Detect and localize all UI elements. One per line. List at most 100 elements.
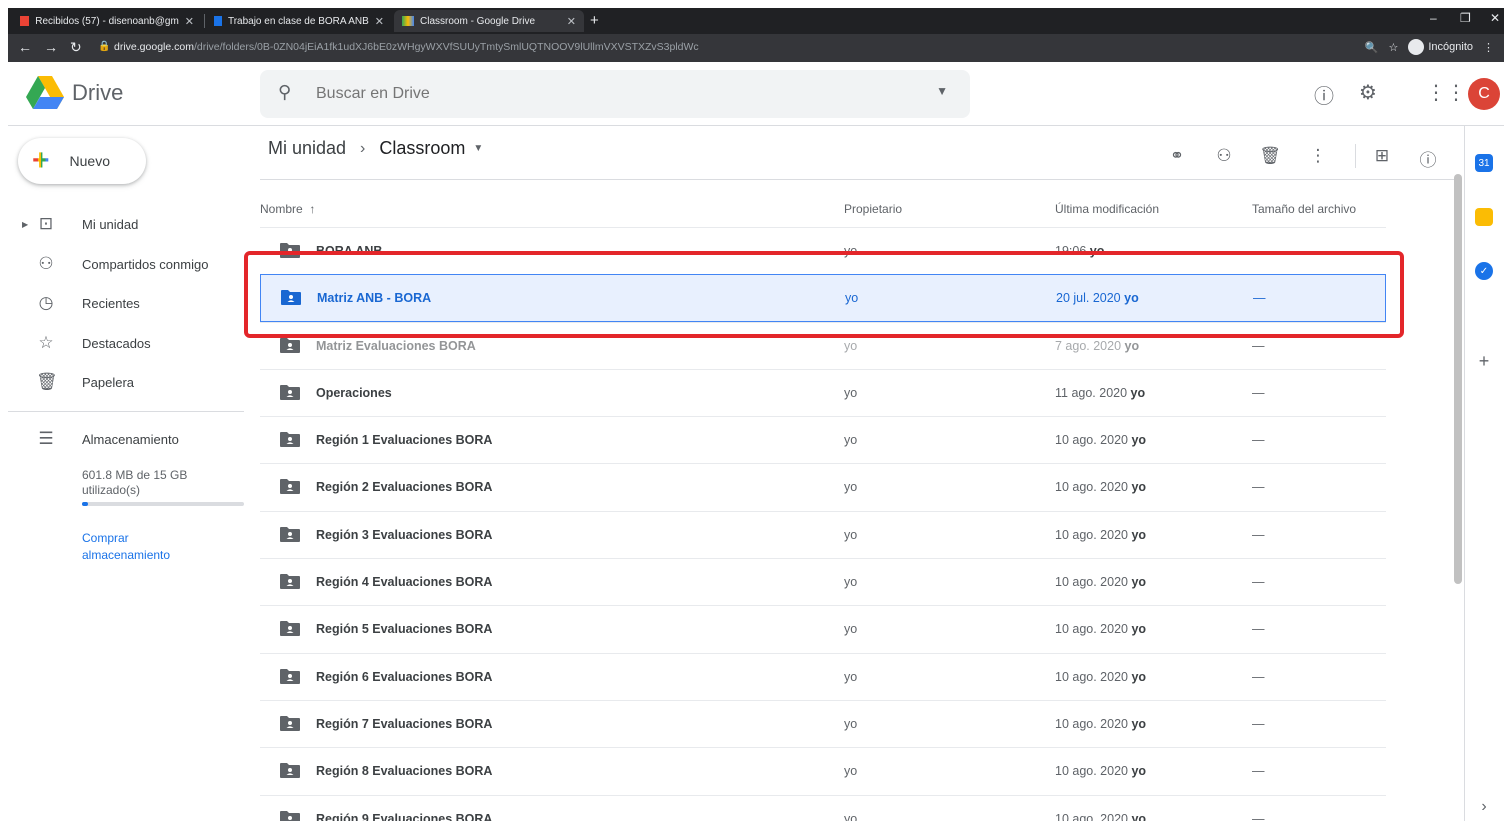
modified-date: 10 ago. 2020 xyxy=(1055,716,1128,731)
shared-folder-icon xyxy=(280,668,300,684)
scrollbar[interactable] xyxy=(1454,174,1462,584)
column-header-size[interactable]: Tamaño del archivo xyxy=(1252,202,1356,216)
browser-tab-classroom[interactable]: Trabajo en clase de BORA ANB ✕ xyxy=(206,10,392,32)
file-modified: 10 ago. 2020 yo xyxy=(1055,528,1146,542)
search-icon[interactable]: ⚲ xyxy=(278,82,291,103)
table-row[interactable]: Región 7 Evaluaciones BORA yo 10 ago. 2020… xyxy=(260,699,1386,747)
share-icon[interactable]: ⚇ xyxy=(1212,146,1236,166)
browser-tab-drive[interactable]: Classroom - Google Drive ✕ xyxy=(394,10,584,32)
close-tab-icon[interactable]: ✕ xyxy=(567,15,576,28)
file-name: Operaciones xyxy=(316,385,392,400)
new-button[interactable]: + Nuevo xyxy=(18,138,146,184)
file-owner: yo xyxy=(844,244,858,258)
file-owner: yo xyxy=(844,811,858,821)
shared-folder-icon xyxy=(280,574,300,590)
link-icon[interactable]: ⚭ xyxy=(1165,146,1189,166)
file-size: — xyxy=(1252,811,1265,821)
drive-logo-icon xyxy=(26,76,64,109)
table-row[interactable]: Matriz Evaluaciones BORA yo 7 ago. 2020 yo… xyxy=(260,321,1386,369)
calendar-icon[interactable]: 31 xyxy=(1475,154,1493,172)
table-row[interactable]: BORA ANB yo 19:06 yo — xyxy=(260,227,1386,274)
file-size: — xyxy=(1252,480,1265,495)
url-field[interactable]: drive.google.com/drive/folders/0B-0ZN04j… xyxy=(114,41,699,53)
grid-view-icon[interactable]: ⊞ xyxy=(1370,146,1394,166)
sort-up-icon[interactable]: ↑ xyxy=(309,202,315,216)
file-owner: yo xyxy=(844,433,858,448)
expand-caret-icon[interactable]: ▶ xyxy=(22,220,28,229)
close-window-icon[interactable]: ✕ xyxy=(1490,11,1500,25)
incognito-badge[interactable]: Incógnito xyxy=(1408,39,1473,55)
file-name: Matriz Evaluaciones BORA xyxy=(316,338,476,353)
sidebar-item-label: Mi unidad xyxy=(82,216,139,232)
trash-icon[interactable]: 🗑 xyxy=(1258,146,1282,166)
keep-icon[interactable] xyxy=(1475,208,1493,226)
bookmark-star-icon[interactable]: ☆ xyxy=(1388,41,1398,54)
storage-progress-fill xyxy=(82,502,89,506)
restore-icon[interactable]: ❐ xyxy=(1460,11,1471,25)
search-options-icon[interactable]: ▼ xyxy=(936,84,948,98)
add-addon-icon[interactable]: + xyxy=(1475,351,1493,371)
back-icon[interactable]: ← xyxy=(18,39,32,55)
breadcrumb-current[interactable]: Classroom xyxy=(379,138,465,159)
table-row[interactable]: Región 6 Evaluaciones BORA yo 10 ago. 2020… xyxy=(260,652,1386,700)
shared-folder-icon xyxy=(280,526,300,542)
table-row[interactable]: Región 5 Evaluaciones BORA yo 10 ago. 2020… xyxy=(260,605,1386,652)
drive-logo[interactable]: Drive xyxy=(26,76,123,110)
sidebar-item-shared[interactable]: ⚇ Compartidos conmigo xyxy=(8,246,248,282)
shared-folder-icon xyxy=(280,763,300,779)
more-options-icon[interactable]: ⋮ xyxy=(1306,146,1330,166)
column-header-owner[interactable]: Propietario xyxy=(844,202,902,216)
app-name: Drive xyxy=(72,80,124,105)
breadcrumb-root[interactable]: Mi unidad xyxy=(268,138,346,159)
help-icon[interactable]: ⓘ xyxy=(1312,80,1336,109)
table-row[interactable]: Región 1 Evaluaciones BORA yo 10 ago. 2020… xyxy=(260,416,1386,463)
search-input[interactable] xyxy=(316,82,916,106)
column-header-name[interactable]: Nombre ↑ xyxy=(260,202,315,216)
settings-icon[interactable]: ⚙ xyxy=(1356,80,1380,105)
sidebar-item-storage[interactable]: ☰ Almacenamiento xyxy=(8,421,248,457)
modified-by: yo xyxy=(1131,764,1147,779)
minimize-icon[interactable]: – xyxy=(1430,11,1437,25)
info-icon[interactable]: ⓘ xyxy=(1416,146,1440,171)
sidebar-item-starred[interactable]: ☆ Destacados xyxy=(8,325,248,361)
browser-menu-icon[interactable]: ⋮ xyxy=(1483,41,1494,54)
chevron-right-icon[interactable]: › xyxy=(1475,798,1493,816)
buy-storage-link[interactable]: Comprar almacenamiento xyxy=(82,530,202,564)
table-row[interactable]: Matriz ANB - BORA yo 20 jul. 2020 yo — xyxy=(260,274,1386,322)
storage-icon: ☰ xyxy=(38,429,54,448)
table-row[interactable]: Región 2 Evaluaciones BORA yo 10 ago. 2020… xyxy=(260,463,1386,510)
table-row[interactable]: Región 4 Evaluaciones BORA yo 10 ago. 2020… xyxy=(260,558,1386,605)
breadcrumb: Mi unidad › Classroom ▼ xyxy=(268,138,483,159)
side-panel-rail: 31 ✓ + › xyxy=(1464,126,1504,821)
star-icon: ☆ xyxy=(38,333,54,352)
table-row[interactable]: Región 9 Evaluaciones BORA yo 10 ago. 2020… xyxy=(260,794,1386,821)
close-tab-icon[interactable]: ✕ xyxy=(185,15,194,28)
sidebar-item-recent[interactable]: ◷ Recientes xyxy=(8,285,248,321)
shared-icon: ⚇ xyxy=(38,254,54,273)
new-tab-icon[interactable]: + xyxy=(590,12,599,29)
file-owner: yo xyxy=(844,527,858,542)
modified-date: 20 jul. 2020 xyxy=(1056,291,1121,306)
close-tab-icon[interactable]: ✕ xyxy=(375,15,384,28)
file-size: — xyxy=(1252,527,1265,542)
modified-by: yo xyxy=(1131,480,1147,495)
sidebar-item-trash[interactable]: 🗑 Papelera xyxy=(8,364,248,400)
forward-icon[interactable]: → xyxy=(44,39,58,55)
tasks-icon[interactable]: ✓ xyxy=(1475,262,1493,280)
plus-icon: + xyxy=(32,144,50,177)
avatar[interactable]: C xyxy=(1468,78,1500,110)
modified-date: 19:06 xyxy=(1055,244,1087,258)
chevron-down-icon[interactable]: ▼ xyxy=(473,143,483,154)
sidebar-item-my-drive[interactable]: ▶ ⊡ Mi unidad xyxy=(8,206,248,242)
zoom-icon[interactable]: 🔍 xyxy=(1365,41,1379,54)
table-row[interactable]: Operaciones yo 11 ago. 2020 yo — xyxy=(260,368,1386,416)
column-header-modified[interactable]: Última modificación xyxy=(1055,202,1159,216)
browser-tab-gmail[interactable]: Recibidos (57) - disenoanb@gm ✕ xyxy=(12,10,202,32)
table-row[interactable]: Región 3 Evaluaciones BORA yo 10 ago. 2020… xyxy=(260,510,1386,558)
reload-icon[interactable]: ↻ xyxy=(70,39,82,56)
main-content: Mi unidad › Classroom ▼ ⚭ ⚇ 🗑 ⋮ ⊞ ⓘ Nomb… xyxy=(260,126,1456,821)
modified-date: 10 ago. 2020 xyxy=(1055,811,1128,821)
table-row[interactable]: Región 8 Evaluaciones BORA yo 10 ago. 2020… xyxy=(260,747,1386,794)
file-modified: 7 ago. 2020 yo xyxy=(1055,339,1139,353)
apps-grid-icon[interactable]: ⋮⋮ xyxy=(1426,80,1466,105)
